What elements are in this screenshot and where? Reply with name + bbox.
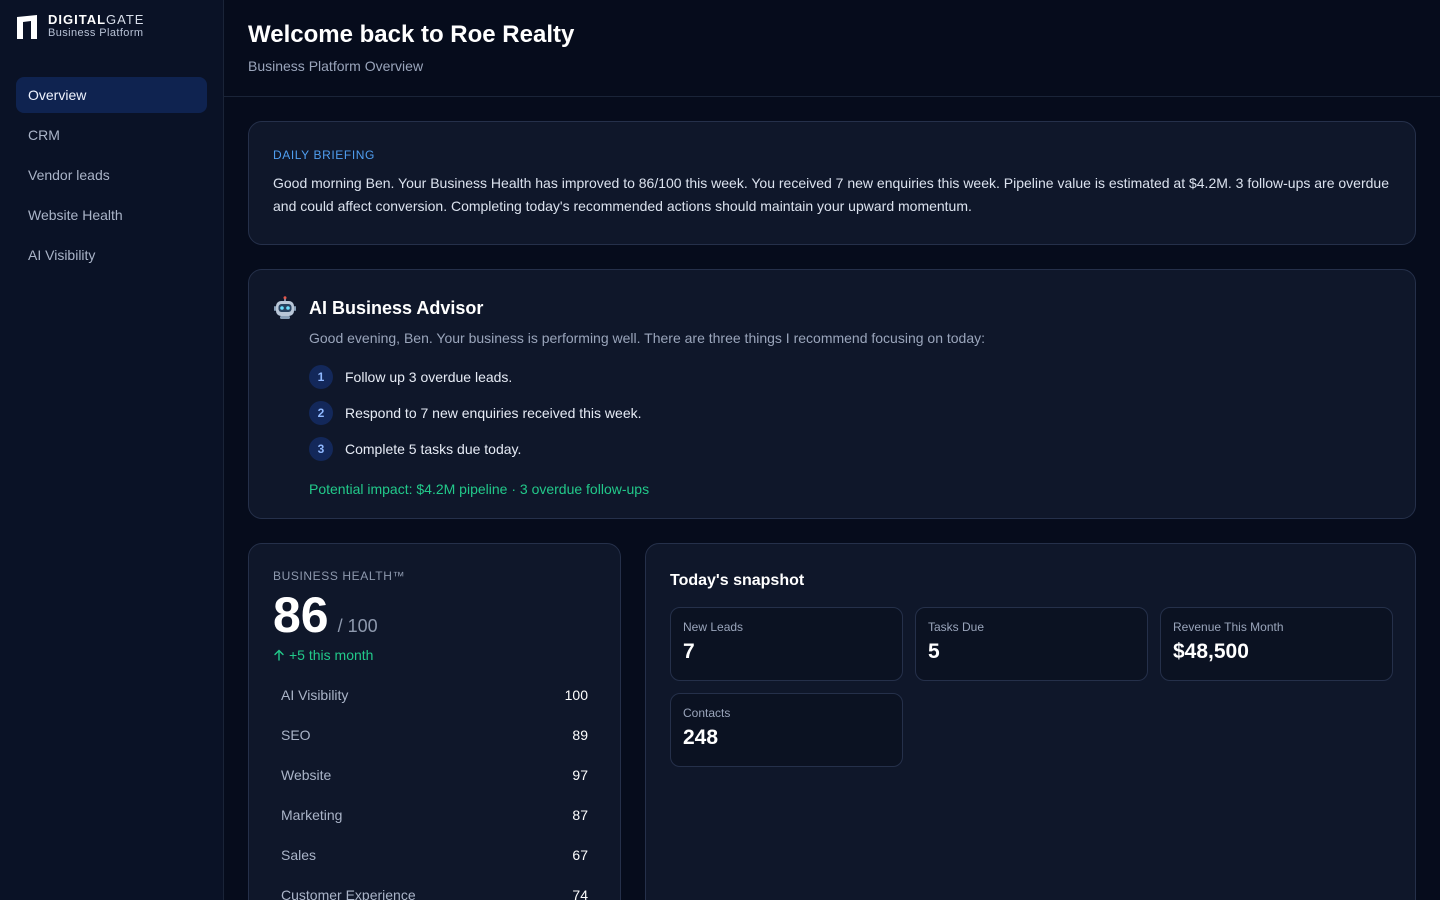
impact-summary: Potential impact: $4.2M pipeline · 3 ove… — [309, 481, 650, 497]
metric-value: 89 — [572, 727, 588, 743]
stat-label: Tasks Due — [928, 620, 985, 634]
metric-name: Website — [281, 767, 332, 783]
daily-briefing-card: DAILY BRIEFING Good morning Ben. Your Bu… — [248, 121, 1416, 245]
recommendation-text: Complete 5 tasks due today. — [345, 441, 522, 457]
recommendation-item: 1 Follow up 3 overdue leads. — [309, 359, 1391, 395]
metric-value: 67 — [572, 847, 588, 863]
briefing-label: DAILY BRIEFING — [273, 148, 375, 162]
stat-card-revenue[interactable]: Revenue This Month $48,500 — [1160, 607, 1393, 681]
brand[interactable]: DIGITALGATE Business Platform — [16, 13, 144, 39]
health-trend-text: +5 this month — [289, 647, 374, 663]
stat-card-contacts[interactable]: Contacts 248 — [670, 693, 903, 767]
page-subtitle: Business Platform Overview — [248, 58, 424, 74]
metric-value: 100 — [564, 687, 588, 703]
metric-value: 97 — [572, 767, 588, 783]
brand-name: DIGITALGATE — [48, 12, 145, 27]
arrow-up-icon — [274, 649, 284, 661]
stat-value: 7 — [683, 640, 695, 663]
sidebar-item-overview[interactable]: Overview — [16, 77, 207, 113]
business-health-card: BUSINESS HEALTH™ 86 / 100 +5 this month … — [248, 543, 621, 900]
brand-subtitle: Business Platform — [48, 27, 144, 39]
recommendation-list: 1 Follow up 3 overdue leads. 2 Respond t… — [309, 359, 1391, 467]
page-header: Welcome back to Roe Realty Business Plat… — [224, 0, 1440, 97]
robot-icon — [274, 296, 296, 319]
main-content: Welcome back to Roe Realty Business Plat… — [224, 0, 1440, 900]
recommendation-number: 3 — [309, 437, 333, 461]
advisor-intro: Good evening, Ben. Your business is perf… — [309, 330, 986, 346]
sidebar-nav: Overview CRM Vendor leads Website Health… — [16, 77, 207, 277]
health-score: 86 — [273, 587, 329, 643]
recommendation-number: 2 — [309, 401, 333, 425]
sidebar-item-ai-visibility[interactable]: AI Visibility — [16, 237, 207, 273]
recommendation-number: 1 — [309, 365, 333, 389]
metric-name: Sales — [281, 847, 317, 863]
metric-name: Customer Experience — [281, 887, 416, 900]
recommendation-item: 3 Complete 5 tasks due today. — [309, 431, 1391, 467]
todays-snapshot-card: Today's snapshot New Leads 7 Tasks Due 5… — [645, 543, 1416, 900]
health-trend: +5 this month — [273, 647, 596, 663]
recommendation-text: Follow up 3 overdue leads. — [345, 369, 513, 385]
briefing-text: Good morning Ben. Your Business Health h… — [273, 175, 1389, 214]
recommendation-item: 2 Respond to 7 new enquiries received th… — [309, 395, 1391, 431]
stat-value: 5 — [928, 640, 940, 663]
stat-label: New Leads — [683, 620, 744, 634]
metric-name: SEO — [281, 727, 311, 743]
digitalgate-logo-icon — [17, 15, 37, 39]
metric-name: Marketing — [281, 807, 343, 823]
snapshot-title: Today's snapshot — [670, 572, 805, 589]
metric-value: 87 — [572, 807, 588, 823]
sidebar: DIGITALGATE Business Platform Overview C… — [0, 0, 224, 900]
health-score-max: / 100 — [337, 616, 378, 636]
metric-row-website: Website 97 — [273, 755, 596, 795]
sidebar-item-vendor-leads[interactable]: Vendor leads — [16, 157, 207, 193]
metric-value: 74 — [572, 887, 588, 900]
metric-name: AI Visibility — [281, 687, 349, 703]
metric-row-seo: SEO 89 — [273, 715, 596, 755]
metric-row-customer-experience: Customer Experience 74 — [273, 875, 596, 900]
stat-value: $48,500 — [1173, 640, 1249, 663]
ai-advisor-card: AI Business Advisor Good evening, Ben. Y… — [248, 269, 1416, 519]
advisor-title: AI Business Advisor — [309, 297, 484, 318]
metric-row-ai-visibility: AI Visibility 100 — [273, 675, 596, 715]
recommendation-text: Respond to 7 new enquiries received this… — [345, 405, 642, 421]
snapshot-stat-grid: New Leads 7 Tasks Due 5 Revenue This Mon… — [670, 607, 1393, 767]
sidebar-item-website-health[interactable]: Website Health — [16, 197, 207, 233]
health-metrics-list: AI Visibility 100 SEO 89 Website 97 Mark… — [273, 675, 596, 900]
stat-label: Contacts — [683, 706, 731, 720]
sidebar-item-crm[interactable]: CRM — [16, 117, 207, 153]
stat-label: Revenue This Month — [1173, 620, 1284, 634]
metric-row-sales: Sales 67 — [273, 835, 596, 875]
stat-card-tasks-due[interactable]: Tasks Due 5 — [915, 607, 1148, 681]
metric-row-marketing: Marketing 87 — [273, 795, 596, 835]
page-title: Welcome back to Roe Realty — [248, 21, 575, 48]
stat-value: 248 — [683, 726, 719, 749]
business-health-label: BUSINESS HEALTH™ — [273, 569, 406, 583]
stat-card-new-leads[interactable]: New Leads 7 — [670, 607, 903, 681]
